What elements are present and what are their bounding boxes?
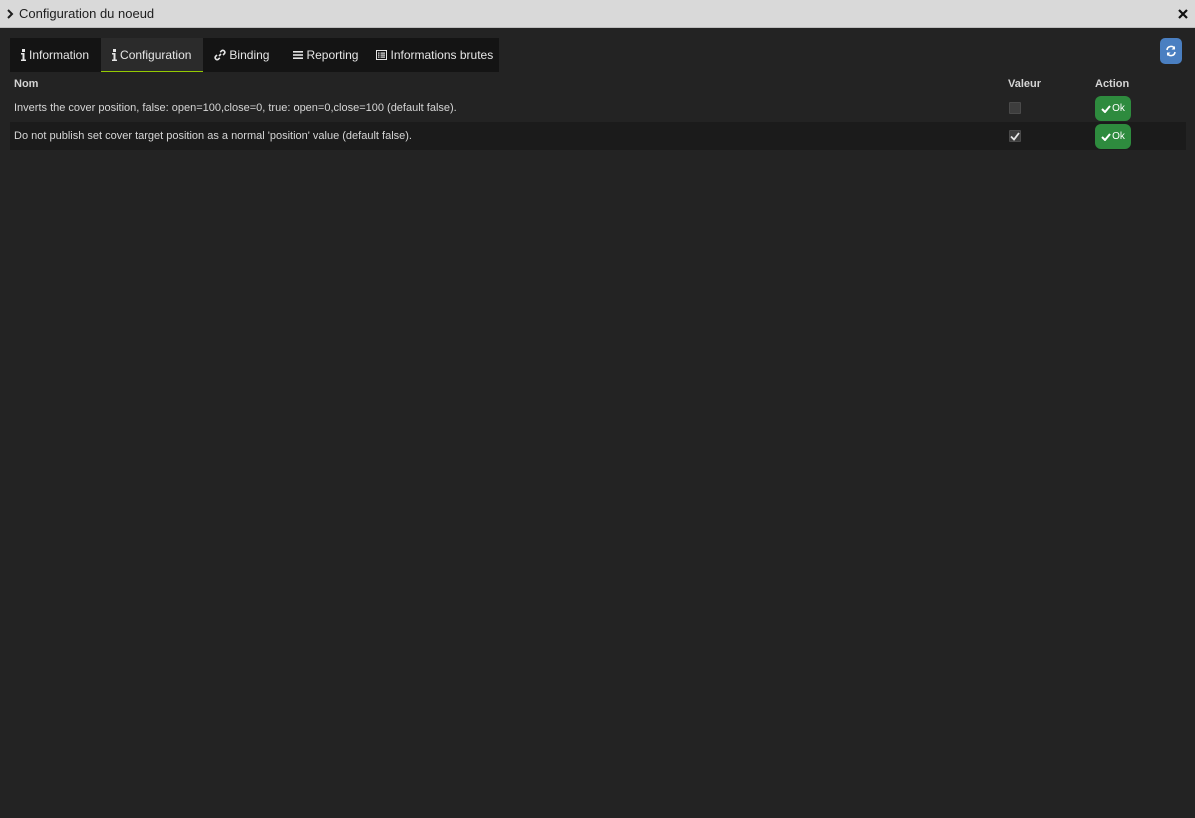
tab-label: Configuration — [120, 47, 192, 62]
table-row: Inverts the cover position, false: open=… — [10, 94, 1186, 122]
refresh-icon — [1165, 45, 1177, 57]
value-checkbox[interactable] — [1009, 130, 1021, 142]
column-header-action: Action — [1095, 78, 1130, 90]
parameter-name: Do not publish set cover target position… — [14, 130, 412, 142]
ok-button[interactable]: Ok — [1095, 124, 1131, 149]
tab-binding[interactable]: Binding — [203, 38, 282, 72]
window-titlebar: Configuration du noeud — [0, 0, 1195, 28]
table-row: Do not publish set cover target position… — [10, 122, 1186, 150]
column-header-name: Nom — [14, 78, 39, 90]
info-icon — [112, 48, 118, 61]
value-checkbox[interactable] — [1009, 102, 1021, 114]
tab-reporting[interactable]: Reporting — [281, 38, 371, 72]
config-table: Nom Valeur Action Inverts the cover posi… — [10, 74, 1186, 150]
tab-informations-brutes[interactable]: Informations brutes — [370, 38, 500, 72]
ok-label: Ok — [1112, 131, 1125, 142]
tab-bar: Information Configuration Binding Report… — [10, 38, 500, 72]
tab-label: Information — [29, 48, 90, 62]
check-icon — [1101, 104, 1111, 113]
ok-label: Ok — [1112, 103, 1125, 114]
tab-information[interactable]: Information — [10, 38, 102, 72]
tab-label: Reporting — [306, 48, 359, 62]
chevron-right-icon[interactable] — [5, 8, 15, 19]
tab-label: Informations brutes — [390, 48, 494, 62]
tab-label: Binding — [229, 48, 270, 62]
info-icon — [21, 49, 26, 61]
window-title: Configuration du noeud — [19, 6, 155, 21]
table-header: Nom Valeur Action — [10, 74, 1186, 94]
close-icon[interactable] — [1176, 5, 1190, 23]
refresh-button[interactable] — [1160, 38, 1182, 64]
list-alt-icon — [376, 50, 388, 60]
parameter-name: Inverts the cover position, false: open=… — [14, 102, 457, 114]
link-icon — [214, 49, 226, 61]
bars-icon — [293, 50, 304, 60]
tab-configuration[interactable]: Configuration — [101, 38, 204, 72]
ok-button[interactable]: Ok — [1095, 96, 1131, 121]
check-icon — [1101, 132, 1111, 141]
column-header-value: Valeur — [1008, 78, 1042, 90]
checkmark-icon — [1010, 131, 1020, 141]
